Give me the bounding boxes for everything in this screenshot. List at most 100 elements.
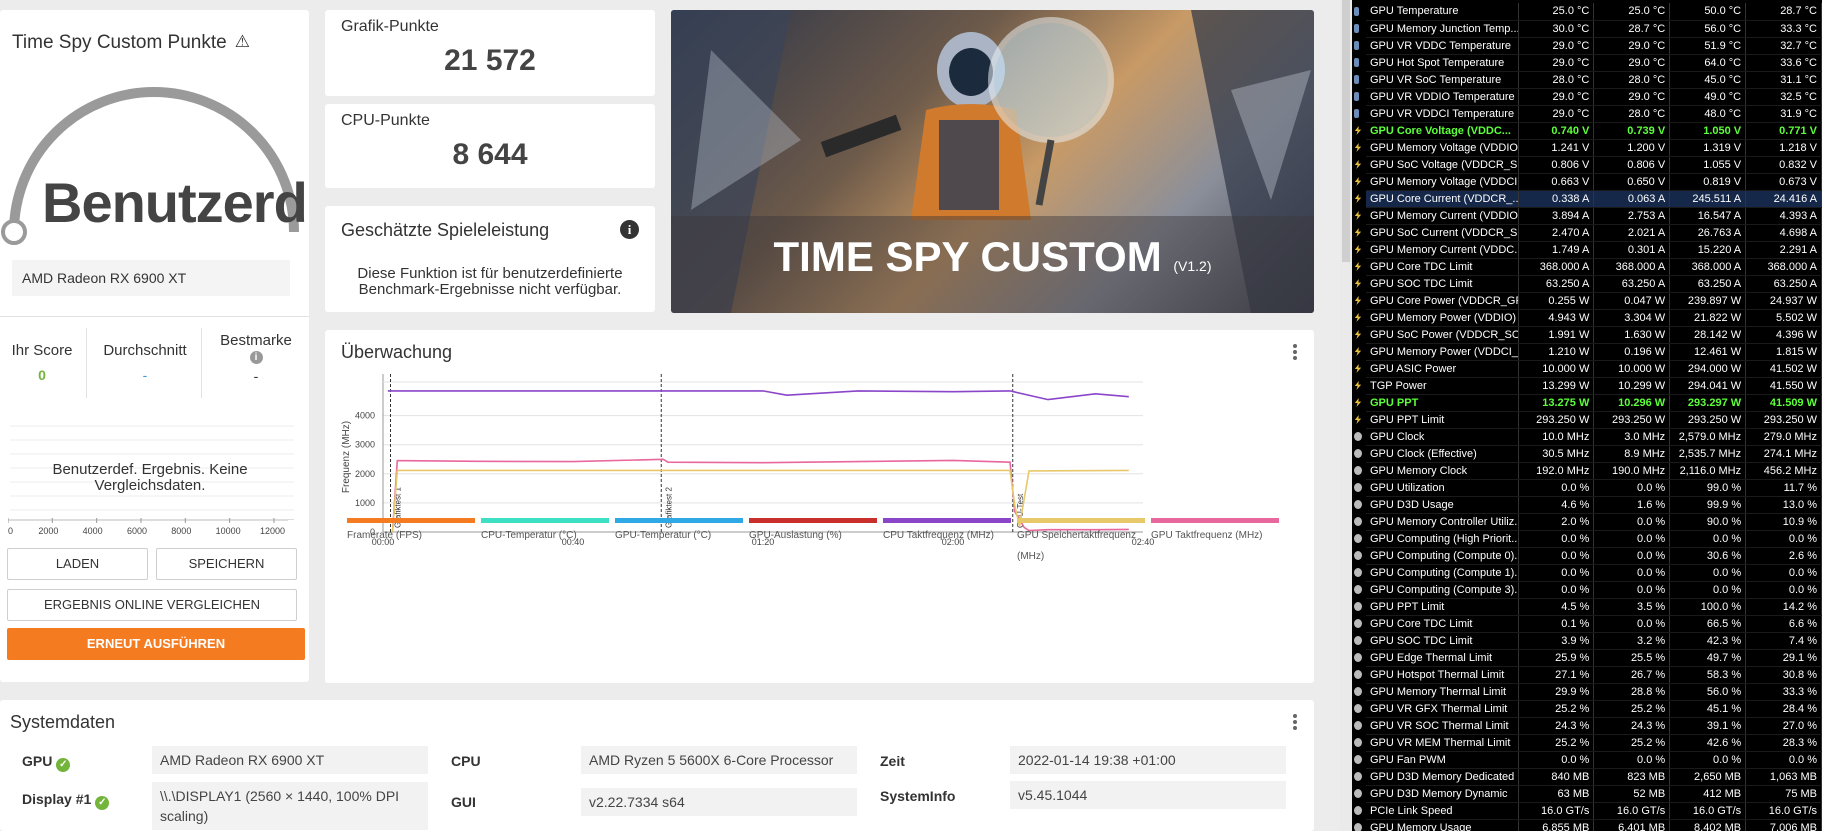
time-value: 2022-01-14 19:38 +01:00 bbox=[1010, 746, 1286, 774]
sensor-value: 0.255 W bbox=[1518, 292, 1595, 310]
save-button[interactable]: SPEICHERN bbox=[156, 548, 297, 580]
sensor-row[interactable]: GPU VR SoC Temperature 28.0 °C 28.0 °C 45.0… bbox=[1366, 71, 1822, 89]
legend-label[interactable]: (MHz) bbox=[1017, 551, 1044, 562]
sensor-row[interactable]: GPU SoC Power (VDDCR_SOC) 1.991 W 1.630 W2… bbox=[1366, 326, 1822, 344]
legend-label[interactable]: Framerate (FPS) bbox=[347, 530, 422, 541]
sensor-row[interactable]: GPU ASIC Power 10.000 W 10.000 W 294.000 W4… bbox=[1366, 360, 1822, 378]
legend-label[interactable]: CPU Taktfrequenz (MHz) bbox=[883, 530, 994, 541]
sensor-row[interactable]: GPU Memory Thermal Limit 29.9 % 28.8 % 56.0… bbox=[1366, 683, 1822, 701]
sensor-row[interactable]: GPU PPT Limit 293.250 W 293.250 W 293.250 W… bbox=[1366, 411, 1822, 429]
sensor-name: GPU VR MEM Thermal Limit bbox=[1366, 734, 1519, 752]
info-icon[interactable]: i bbox=[249, 351, 263, 364]
sensor-value: 42.3 % bbox=[1669, 632, 1747, 650]
sensor-row[interactable]: GPU Core Power (VDDCR_GFX) 0.255 W 0.047 W… bbox=[1366, 292, 1822, 310]
sensor-row[interactable]: GPU Edge Thermal Limit 25.9 % 25.5 % 49.7 %… bbox=[1366, 649, 1822, 667]
sensor-row[interactable]: GPU Hot Spot Temperature 29.0 °C 29.0 °C 64… bbox=[1366, 54, 1822, 72]
legend-label[interactable]: GPU-Auslastung (%) bbox=[749, 530, 842, 541]
sensor-row[interactable]: GPU Memory Voltage (VDDCI... 0.663 V 0.650… bbox=[1366, 173, 1822, 191]
sensor-value: 25.5 % bbox=[1593, 649, 1671, 667]
sensor-row[interactable]: GPU Computing (Compute 1)... 0.0 % 0.0 % 0.… bbox=[1366, 564, 1822, 582]
sensor-value: 1.050 V bbox=[1669, 122, 1747, 140]
sensor-name: GPU Memory Junction Temp... bbox=[1366, 20, 1519, 38]
sensor-row[interactable]: GPU Computing (Compute 3)... 0.0 % 0.0 % 0.… bbox=[1366, 581, 1822, 599]
sensor-row[interactable]: GPU Core Current (VDDCR_... 0.338 A 0.063 … bbox=[1366, 190, 1822, 208]
sensor-value: 2.0 % bbox=[1518, 513, 1595, 531]
legend-label[interactable]: CPU-Temperatur (°C) bbox=[481, 530, 577, 541]
legend-swatch bbox=[615, 518, 743, 523]
sensor-row[interactable]: GPU Computing (High Priorit... 0.0 % 0.0 %… bbox=[1366, 530, 1822, 548]
sensor-row[interactable]: TGP Power 13.299 W 10.299 W 294.041 W 41.550… bbox=[1366, 377, 1822, 395]
sensor-row[interactable]: GPU D3D Memory Dedicated 840 MB 823 MB 2,65… bbox=[1366, 768, 1822, 786]
average-label: Durchschnitt bbox=[103, 342, 187, 359]
cpu-points-card: CPU-Punkte 8 644 bbox=[325, 104, 655, 188]
sensor-row[interactable]: GPU VR VDDCI Temperature 29.0 °C 28.0 °C 48… bbox=[1366, 105, 1822, 123]
sensor-row[interactable]: GPU Temperature 25.0 °C 25.0 °C 50.0 °C 28.7… bbox=[1366, 3, 1822, 21]
sensor-row[interactable]: GPU Memory Clock 192.0 MHz 190.0 MHz 2,116.… bbox=[1366, 462, 1822, 480]
rerun-button[interactable]: ERNEUT AUSFÜHREN bbox=[7, 628, 305, 660]
sensor-row[interactable]: PCIe Link Speed 16.0 GT/s 16.0 GT/s 16.0 GT… bbox=[1366, 802, 1822, 820]
info-icon[interactable]: i bbox=[620, 220, 639, 239]
sensor-row[interactable]: GPU SoC Current (VDDCR_S... 2.470 A 2.021 … bbox=[1366, 224, 1822, 242]
legend-label[interactable]: GPU Speichertaktfrequenz bbox=[1017, 530, 1136, 541]
load-button[interactable]: LADEN bbox=[7, 548, 148, 580]
lightning-icon bbox=[1354, 398, 1362, 407]
sensor-name: GPU Computing (Compute 1)... bbox=[1366, 564, 1519, 582]
scrollbar-thumb[interactable] bbox=[1342, 0, 1350, 262]
sensor-row[interactable]: GPU D3D Memory Dynamic 63 MB 52 MB 412 MB 75… bbox=[1366, 785, 1822, 803]
sensor-row[interactable]: GPU Core TDC Limit 368.000 A 368.000 A 368.… bbox=[1366, 258, 1822, 276]
warning-icon[interactable]: ⚠ bbox=[235, 32, 250, 52]
sensor-value: 32.7 °C bbox=[1745, 37, 1822, 55]
legend-label[interactable]: GPU-Temperatur (°C) bbox=[615, 530, 711, 541]
sensor-row[interactable]: GPU Memory Current (VDDC... 1.749 A 0.301 … bbox=[1366, 241, 1822, 259]
sensor-row[interactable]: GPU SOC TDC Limit 3.9 % 3.2 % 42.3 % 7.4 % bbox=[1366, 632, 1822, 650]
thermometer-icon bbox=[1354, 24, 1359, 33]
gpu-value: AMD Radeon RX 6900 XT bbox=[152, 746, 428, 774]
graphics-points-label: Grafik-Punkte bbox=[341, 18, 439, 35]
sensor-row[interactable]: GPU Utilization 0.0 % 0.0 % 99.0 % 11.7 % bbox=[1366, 479, 1822, 497]
sensor-row[interactable]: GPU Memory Power (VDDCI_... 1.210 W 0.196 … bbox=[1366, 343, 1822, 361]
sensor-row[interactable]: GPU SOC TDC Limit 63.250 A 63.250 A 63.250 … bbox=[1366, 275, 1822, 293]
sensor-value: 16.0 GT/s bbox=[1518, 802, 1595, 820]
sensor-value: 0.0 % bbox=[1669, 530, 1747, 548]
compare-online-button[interactable]: ERGEBNIS ONLINE VERGLEICHEN bbox=[7, 589, 297, 621]
sensor-row[interactable]: GPU Memory Controller Utiliz... 2.0 % 0.0 … bbox=[1366, 513, 1822, 531]
sensor-row[interactable]: GPU D3D Usage 4.6 % 1.6 % 99.9 % 13.0 % bbox=[1366, 496, 1822, 514]
sensor-row[interactable]: GPU Memory Junction Temp... 30.0 °C 28.7 °… bbox=[1366, 20, 1822, 38]
sensor-value: 30.5 MHz bbox=[1518, 445, 1595, 463]
sensor-row[interactable]: GPU VR SOC Thermal Limit 24.3 % 24.3 % 39.1… bbox=[1366, 717, 1822, 735]
system-data-title: Systemdaten bbox=[10, 712, 116, 732]
more-options-icon[interactable] bbox=[1293, 714, 1297, 732]
sensor-row[interactable]: GPU Memory Power (VDDIO) 4.943 W 3.304 W 21… bbox=[1366, 309, 1822, 327]
sensor-value: 0.0 % bbox=[1669, 751, 1747, 769]
sensor-row[interactable]: GPU SoC Voltage (VDDCR_S... 0.806 V 0.806 … bbox=[1366, 156, 1822, 174]
sensor-row[interactable]: GPU VR MEM Thermal Limit 25.2 % 25.2 % 42.6… bbox=[1366, 734, 1822, 752]
sensor-row[interactable]: GPU VR GFX Thermal Limit 25.2 % 25.2 % 45.1… bbox=[1366, 700, 1822, 718]
sensor-row[interactable]: GPU Clock (Effective) 30.5 MHz 8.9 MHz 2,53… bbox=[1366, 445, 1822, 463]
legend-label[interactable]: GPU Taktfrequenz (MHz) bbox=[1151, 530, 1263, 541]
sensor-value: 24.937 W bbox=[1745, 292, 1822, 310]
cpu-value: AMD Ryzen 5 5600X 6-Core Processor bbox=[581, 746, 857, 774]
sensor-value: 274.1 MHz bbox=[1745, 445, 1822, 463]
sensor-row[interactable]: GPU Memory Voltage (VDDIO) 1.241 V 1.200 V… bbox=[1366, 139, 1822, 157]
sensor-value: 28.8 % bbox=[1593, 683, 1671, 701]
sensor-value: 41.502 W bbox=[1745, 360, 1822, 378]
sensor-value: 293.250 W bbox=[1593, 411, 1671, 429]
sensor-row[interactable]: GPU Memory Current (VDDIO) 3.894 A 2.753 A… bbox=[1366, 207, 1822, 225]
sensor-row[interactable]: GPU Clock 10.0 MHz 3.0 MHz 2,579.0 MHz 279.0… bbox=[1366, 428, 1822, 446]
sensor-row[interactable]: GPU Computing (Compute 0)... 0.0 % 0.0 % 30… bbox=[1366, 547, 1822, 565]
check-icon: ✓ bbox=[95, 796, 110, 810]
sensor-row[interactable]: GPU VR VDDC Temperature 29.0 °C 29.0 °C 51.… bbox=[1366, 37, 1822, 55]
sensor-row[interactable]: GPU Memory Usage 6,855 MB 6,401 MB 8,402 MB… bbox=[1366, 819, 1822, 831]
display-label: Display #1 ✓ bbox=[22, 791, 110, 810]
sensor-row[interactable]: GPU PPT 13.275 W 10.296 W 293.297 W 41.509 W bbox=[1366, 394, 1822, 412]
sensor-value: 0.0 % bbox=[1593, 615, 1671, 633]
sensor-row[interactable]: GPU Hotspot Thermal Limit 27.1 % 26.7 % 58.… bbox=[1366, 666, 1822, 684]
sensor-value: 0.0 % bbox=[1593, 513, 1671, 531]
sensor-row[interactable]: GPU VR VDDIO Temperature 29.0 °C 29.0 °C 49… bbox=[1366, 88, 1822, 106]
sensor-row[interactable]: GPU Fan PWM 0.0 % 0.0 % 0.0 % 0.0 % bbox=[1366, 751, 1822, 769]
sensor-row[interactable]: GPU Core Voltage (VDDC... 0.740 V 0.739 V1… bbox=[1366, 122, 1822, 140]
gauge-icon bbox=[1354, 500, 1362, 509]
sensor-name: GPU Clock bbox=[1366, 428, 1519, 446]
sensor-row[interactable]: GPU PPT Limit 4.5 % 3.5 % 100.0 % 14.2 % bbox=[1366, 598, 1822, 616]
sensor-row[interactable]: GPU Core TDC Limit 0.1 % 0.0 % 66.5 % 6.6 % bbox=[1366, 615, 1822, 633]
